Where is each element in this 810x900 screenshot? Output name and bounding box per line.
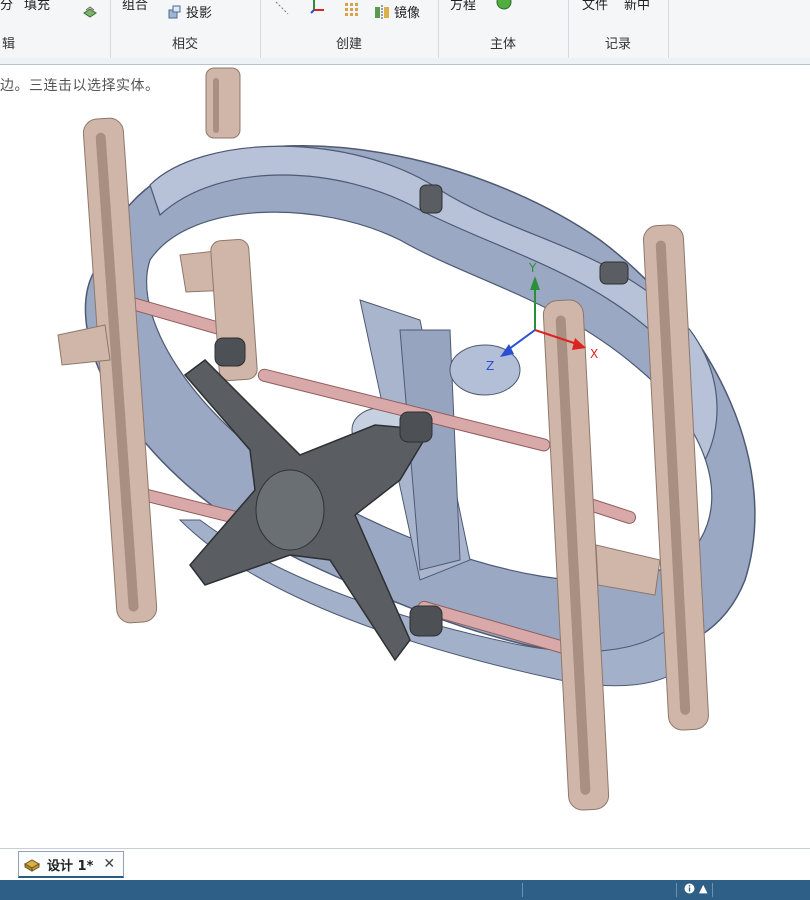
model-viewport[interactable]: 边。三连击以选择实体。 Y X Z: [0, 65, 810, 848]
status-divider: [522, 883, 523, 897]
sphere-tool-icon[interactable]: [496, 0, 512, 10]
mirror-button[interactable]: 镜像: [374, 2, 420, 21]
fill-button[interactable]: 填充: [24, 0, 50, 13]
chevron-up-icon[interactable]: ▲: [699, 882, 707, 895]
fill-label: 填充: [24, 0, 51, 13]
triad-y-label: Y: [528, 261, 537, 275]
triad-z-label: Z: [486, 359, 494, 373]
project-button[interactable]: 投影: [166, 2, 212, 21]
tab-design-1[interactable]: 设计 1* ✕: [18, 851, 125, 878]
ribbon-group-edit: 分 填充 辑: [0, 0, 111, 58]
tab-label: 设计 1*: [47, 858, 94, 874]
split-label: 分: [0, 0, 14, 13]
ribbon-group-create: 镜像 创建: [260, 0, 439, 58]
ribbon-separator: [0, 58, 810, 65]
ribbon-toolbar: 分 填充 辑 组合 投影 相交 镜像 创建 方程 主体 文件 新中 记录: [0, 0, 810, 59]
combine-button[interactable]: 组合: [122, 0, 148, 13]
status-bar: ▲: [0, 880, 810, 900]
file-button[interactable]: 文件: [582, 0, 608, 13]
new-button[interactable]: 新中: [624, 0, 650, 13]
mirror-label: 镜像: [394, 6, 421, 21]
close-icon[interactable]: ✕: [103, 856, 115, 872]
cad-model[interactable]: Y X Z: [0, 65, 810, 848]
back-bracket-slot: [213, 78, 219, 133]
equation-label: 方程: [450, 0, 477, 13]
back-pin-right[interactable]: [599, 261, 629, 285]
new-label: 新中: [624, 0, 651, 13]
project-label: 投影: [186, 6, 213, 21]
pattern-tool-icon[interactable]: [344, 2, 360, 18]
ribbon-group-record: 文件 新中 记录: [568, 0, 669, 58]
mirror-icon: [375, 4, 389, 19]
group-label-record: 记录: [604, 37, 631, 52]
document-tabbar: 设计 1* ✕: [0, 848, 810, 881]
fill-tool-icon[interactable]: [82, 4, 98, 20]
equation-button[interactable]: 方程: [450, 0, 476, 13]
back-bracket-top[interactable]: [205, 67, 241, 139]
triad-x-label: X: [590, 347, 598, 361]
axis-tool-icon[interactable]: [310, 0, 326, 14]
file-label: 文件: [582, 0, 609, 13]
design-document-icon: [23, 859, 41, 872]
status-divider: [676, 883, 677, 897]
back-pin-top[interactable]: [419, 184, 443, 214]
status-icons: ▲: [684, 882, 707, 895]
status-divider: [712, 883, 713, 897]
group-label-body: 主体: [489, 37, 516, 52]
group-label-create: 创建: [335, 37, 362, 52]
info-icon[interactable]: [684, 883, 695, 894]
group-label-intersect: 相交: [171, 37, 198, 52]
combine-label: 组合: [122, 0, 149, 13]
project-icon: [168, 5, 181, 18]
split-button[interactable]: 分: [0, 0, 13, 13]
line-tool-icon[interactable]: [274, 0, 290, 16]
ribbon-group-intersect: 组合 投影 相交: [110, 0, 261, 58]
group-label-edit: 辑: [2, 37, 16, 52]
ribbon-group-body: 方程 主体: [438, 0, 569, 58]
